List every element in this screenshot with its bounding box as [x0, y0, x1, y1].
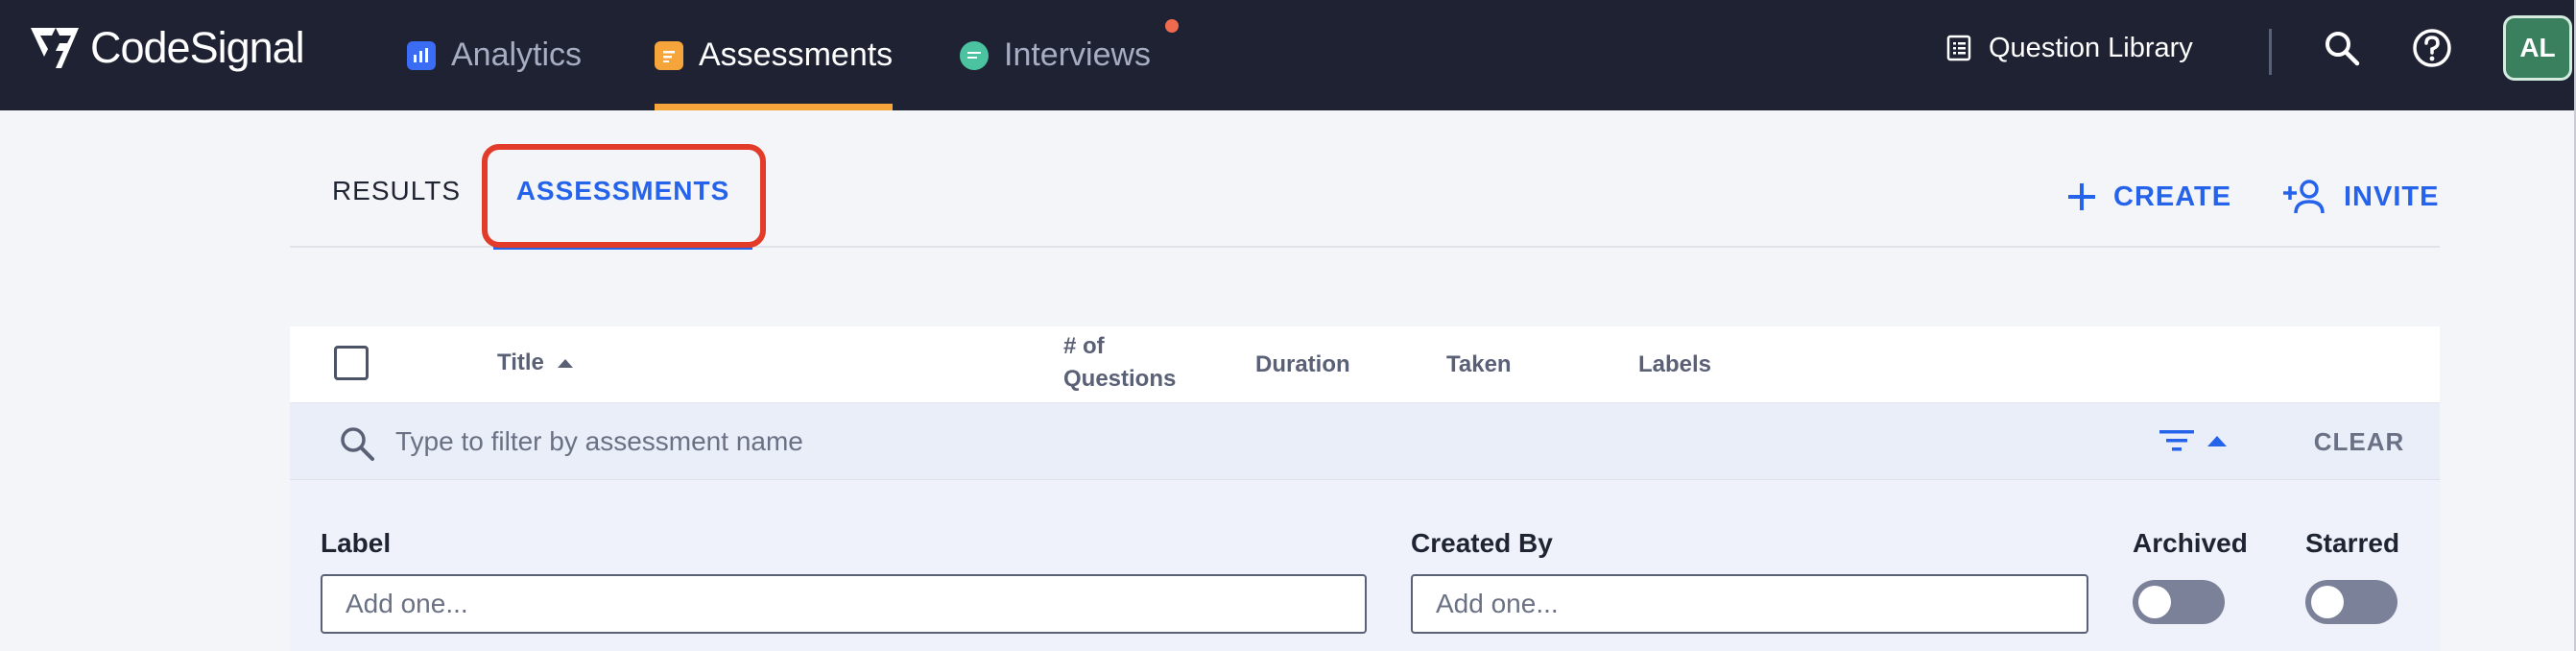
- bar-chart-icon: [407, 40, 436, 70]
- tab-results[interactable]: RESULTS: [324, 134, 468, 248]
- filter-row: CLEAR: [290, 403, 2440, 480]
- help-icon: [2413, 29, 2451, 67]
- nav-assessments[interactable]: Assessments: [655, 0, 894, 110]
- user-avatar[interactable]: AL: [2503, 15, 2572, 81]
- column-header-questions[interactable]: # of Questions: [1063, 330, 1176, 396]
- assessment-name-filter-input[interactable]: [395, 417, 1835, 467]
- starred-toggle[interactable]: [2305, 580, 2397, 624]
- select-all-checkbox[interactable]: [334, 346, 369, 380]
- create-button[interactable]: CREATE: [2065, 173, 2231, 221]
- notification-dot: [1165, 19, 1179, 33]
- filters-toggle[interactable]: [2158, 426, 2227, 455]
- nav-analytics[interactable]: Analytics: [407, 0, 582, 110]
- column-header-labels[interactable]: Labels: [1638, 348, 1711, 382]
- search-icon: [341, 427, 374, 461]
- codesignal-logo-icon: [31, 28, 79, 68]
- document-icon: [655, 40, 683, 70]
- assessments-table-header: Title # of Questions Duration Taken Labe…: [290, 326, 2440, 403]
- codesignal-logo[interactable]: CodeSignal: [27, 0, 305, 96]
- help-button[interactable]: [2405, 21, 2459, 75]
- search-icon: [2326, 32, 2360, 66]
- label-filter-input[interactable]: [321, 574, 1367, 634]
- top-navigation: CodeSignal Analytics Assessments Intervi…: [0, 0, 2576, 110]
- nav-interviews[interactable]: Interviews: [960, 0, 1151, 110]
- created-by-filter-input[interactable]: [1411, 574, 2088, 634]
- starred-toggle-knob: [2311, 586, 2344, 618]
- label-filter-title: Label: [321, 528, 392, 558]
- clear-filters-button[interactable]: CLEAR: [2305, 403, 2413, 480]
- archived-toggle-knob: [2138, 586, 2171, 618]
- filter-panel: Label Created By Archived Starred: [290, 480, 2440, 651]
- caret-up-icon: [2207, 435, 2227, 446]
- nav-assessments-label: Assessments: [699, 36, 894, 73]
- column-header-taken[interactable]: Taken: [1446, 348, 1512, 382]
- column-title-label: Title: [497, 350, 544, 375]
- create-label: CREATE: [2113, 181, 2232, 212]
- add-person-icon: [2283, 180, 2325, 214]
- highlight-annotation: [482, 144, 766, 248]
- filter-icon: [2159, 430, 2194, 451]
- brand-name: CodeSignal: [90, 23, 305, 72]
- created-by-filter-title: Created By: [1411, 528, 1553, 558]
- invite-button[interactable]: INVITE: [2282, 173, 2439, 221]
- search-button[interactable]: [2315, 21, 2369, 75]
- chat-bubble-icon: [960, 40, 989, 70]
- question-library-label: Question Library: [1989, 32, 2193, 63]
- column-questions-line2: Questions: [1063, 366, 1177, 392]
- archived-filter-title: Archived: [2133, 528, 2248, 558]
- list-document-icon: [1946, 35, 1971, 61]
- nav-analytics-label: Analytics: [451, 36, 583, 73]
- sort-ascending-icon: [557, 359, 573, 369]
- invite-label: INVITE: [2344, 181, 2440, 212]
- plus-icon: [2068, 183, 2095, 210]
- column-questions-line1: # of: [1063, 333, 1105, 359]
- column-header-title[interactable]: Title: [497, 346, 573, 380]
- starred-filter-title: Starred: [2305, 528, 2400, 558]
- nav-divider: [2269, 29, 2272, 75]
- nav-interviews-label: Interviews: [1004, 36, 1152, 73]
- question-library-link[interactable]: Question Library: [1946, 0, 2193, 96]
- column-header-duration[interactable]: Duration: [1255, 348, 1350, 382]
- archived-toggle[interactable]: [2133, 580, 2225, 624]
